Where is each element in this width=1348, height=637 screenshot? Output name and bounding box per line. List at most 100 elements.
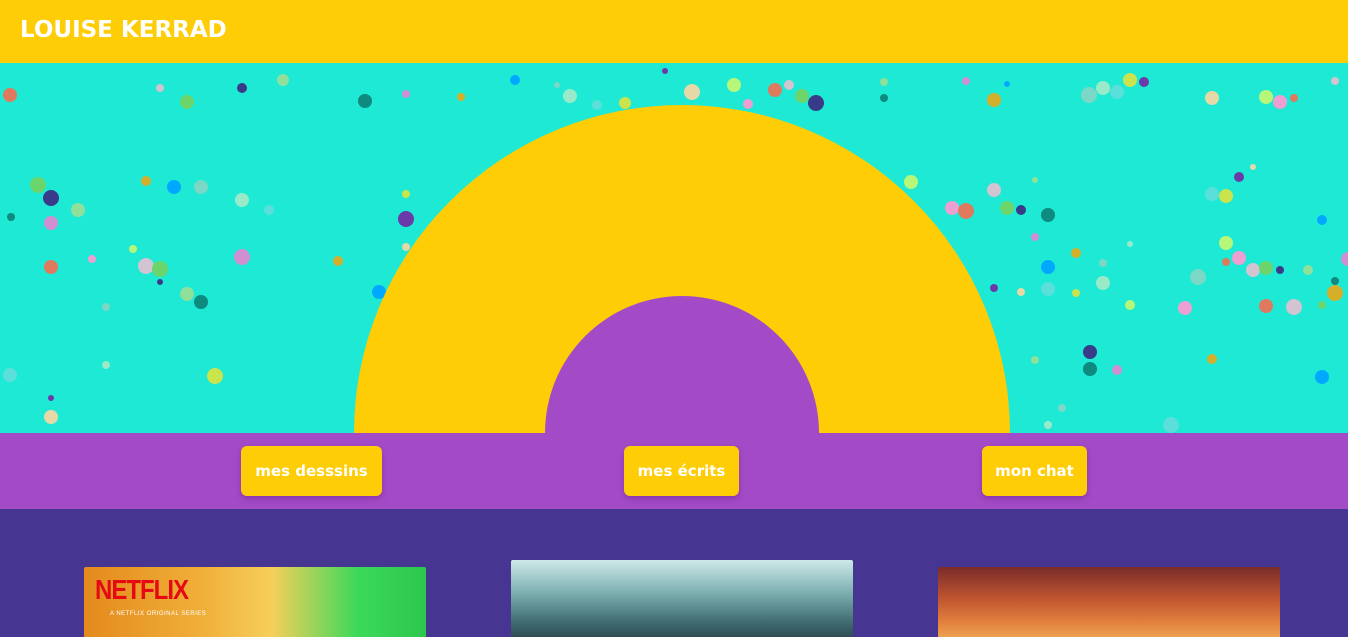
confetti-dot <box>44 410 58 424</box>
confetti-dot <box>1259 299 1273 313</box>
series-poster-card[interactable]: NETFLIX A NETFLIX ORIGINAL SERIES <box>84 567 426 637</box>
confetti-dot <box>563 89 577 103</box>
confetti-dot <box>1315 370 1329 384</box>
confetti-dot <box>207 368 223 384</box>
confetti-dot <box>138 258 154 274</box>
confetti-dot <box>1341 252 1348 266</box>
confetti-dot <box>1286 299 1302 315</box>
confetti-dot <box>1327 285 1343 301</box>
confetti-dot <box>510 75 520 85</box>
confetti-dot <box>180 95 194 109</box>
confetti-dot <box>990 284 998 292</box>
confetti-dot <box>1234 172 1244 182</box>
confetti-dot <box>44 216 58 230</box>
confetti-dot <box>1205 91 1219 105</box>
confetti-dot <box>554 82 560 88</box>
anime-poster-card[interactable] <box>938 567 1280 637</box>
confetti-dot <box>1096 276 1110 290</box>
confetti-dot <box>402 90 410 98</box>
confetti-dot <box>1163 417 1179 433</box>
hero-banner <box>0 63 1348 433</box>
confetti-dot <box>1250 164 1256 170</box>
site-title[interactable]: LOUISE KERRAD <box>20 17 227 43</box>
confetti-dot <box>1017 288 1025 296</box>
confetti-dot <box>1259 261 1273 275</box>
confetti-dot <box>987 93 1001 107</box>
writings-button[interactable]: mes écrits <box>624 446 739 496</box>
confetti-dot <box>1031 356 1039 364</box>
confetti-dot <box>235 193 249 207</box>
confetti-dot <box>1232 251 1246 265</box>
confetti-dot <box>1041 282 1055 296</box>
confetti-dot <box>1219 236 1233 250</box>
my-cat-button[interactable]: mon chat <box>982 446 1087 496</box>
confetti-dot <box>1331 277 1339 285</box>
confetti-dot <box>157 279 163 285</box>
confetti-dot <box>1032 177 1038 183</box>
confetti-dot <box>808 95 824 111</box>
confetti-dot <box>30 177 46 193</box>
confetti-dot <box>1222 258 1230 266</box>
confetti-dot <box>1058 404 1066 412</box>
confetti-dot <box>234 249 250 265</box>
confetti-dot <box>1083 345 1097 359</box>
confetti-dot <box>1083 362 1097 376</box>
confetti-dot <box>3 88 17 102</box>
confetti-dot <box>662 68 668 74</box>
confetti-dot <box>7 213 15 221</box>
confetti-dot <box>264 205 274 215</box>
confetti-dot <box>48 395 54 401</box>
drawings-button[interactable]: mes desssins <box>241 446 382 496</box>
poster-caption: A NETFLIX ORIGINAL SERIES <box>110 611 207 617</box>
confetti-dot <box>71 203 85 217</box>
confetti-dot <box>619 97 631 109</box>
confetti-dot <box>44 260 58 274</box>
confetti-dot <box>1031 233 1039 241</box>
confetti-dot <box>1246 263 1260 277</box>
confetti-dot <box>768 83 782 97</box>
confetti-dot <box>3 368 17 382</box>
confetti-dot <box>962 77 970 85</box>
site-header: LOUISE KERRAD <box>0 0 1348 63</box>
confetti-dot <box>402 190 410 198</box>
confetti-dot <box>277 74 289 86</box>
confetti-dot <box>1139 77 1149 87</box>
movie-poster-card[interactable] <box>511 560 853 637</box>
content-section: NETFLIX A NETFLIX ORIGINAL SERIES <box>0 509 1348 637</box>
confetti-dot <box>1016 205 1026 215</box>
confetti-dot <box>795 89 809 103</box>
confetti-dot <box>1096 81 1110 95</box>
confetti-dot <box>129 245 137 253</box>
confetti-dot <box>987 183 1001 197</box>
confetti-dot <box>398 211 414 227</box>
confetti-dot <box>1290 94 1298 102</box>
confetti-dot <box>1205 187 1219 201</box>
confetti-dot <box>43 190 59 206</box>
confetti-dot <box>1207 354 1217 364</box>
confetti-dot <box>1331 77 1339 85</box>
confetti-dot <box>102 303 110 311</box>
confetti-dot <box>167 180 181 194</box>
confetti-dot <box>1081 87 1097 103</box>
confetti-dot <box>1112 365 1122 375</box>
confetti-dot <box>1044 421 1052 429</box>
confetti-dot <box>194 295 208 309</box>
confetti-dot <box>1125 300 1135 310</box>
confetti-dot <box>1318 301 1326 309</box>
confetti-dot <box>333 256 343 266</box>
confetti-dot <box>1071 248 1081 258</box>
confetti-dot <box>684 84 700 100</box>
confetti-dot <box>1276 266 1284 274</box>
confetti-dot <box>358 94 372 108</box>
confetti-dot <box>1110 85 1124 99</box>
confetti-dot <box>904 175 918 189</box>
confetti-dot <box>784 80 794 90</box>
confetti-dot <box>743 99 753 109</box>
confetti-dot <box>1303 265 1313 275</box>
confetti-dot <box>102 361 110 369</box>
confetti-dot <box>237 83 247 93</box>
confetti-dot <box>1041 208 1055 222</box>
confetti-dot <box>88 255 96 263</box>
confetti-dot <box>1004 81 1010 87</box>
netflix-logo: NETFLIX <box>95 575 189 607</box>
